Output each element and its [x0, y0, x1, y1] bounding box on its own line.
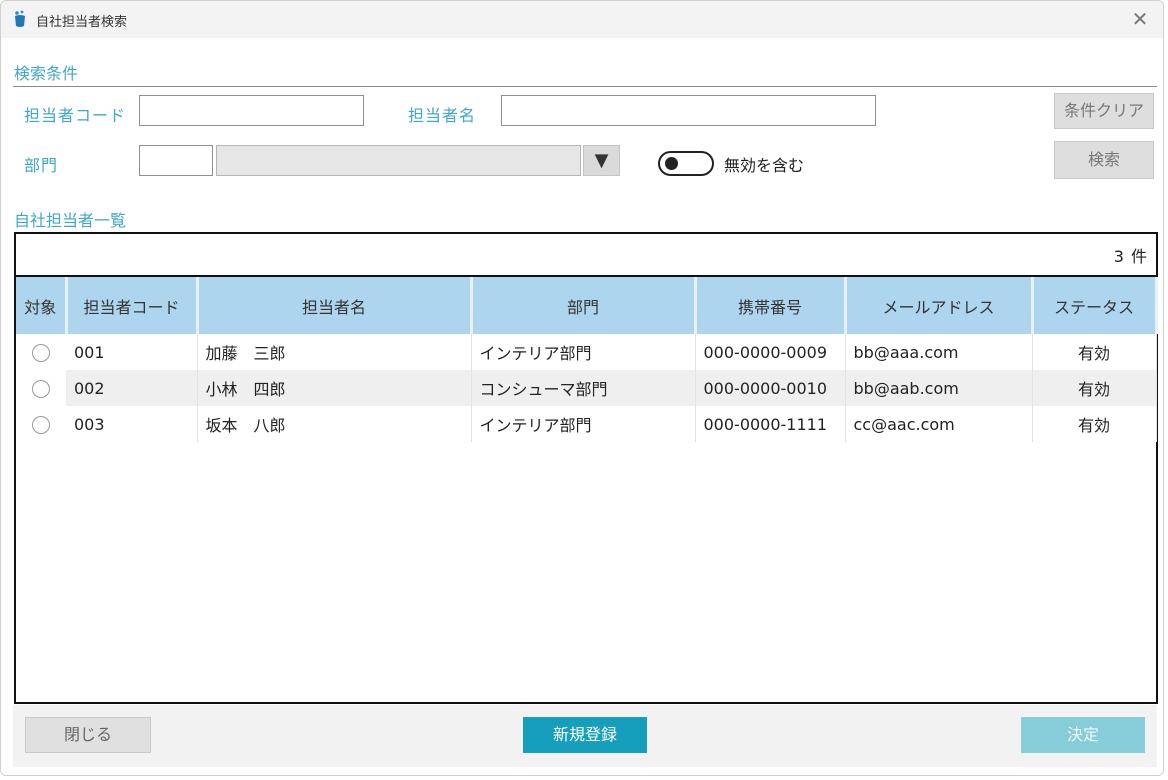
column-header[interactable]: メールアドレス	[845, 277, 1034, 334]
footer-bar: 閉じる 新規登録 決定	[13, 705, 1157, 767]
include-invalid-toggle[interactable]	[658, 151, 714, 176]
dept-cell: コンシューマ部門	[471, 370, 696, 406]
staff-name-input[interactable]	[501, 95, 876, 126]
phone-cell: 000-0000-0010	[695, 370, 846, 406]
staff-code-label: 担当者コード	[24, 106, 127, 125]
decide-button[interactable]: 決定	[1021, 717, 1145, 753]
column-header[interactable]: 担当者名	[197, 277, 473, 334]
table-row[interactable]: 001 加藤 三郎 インテリア部門 000-0000-0009 bb@aaa.c…	[16, 334, 1157, 370]
table-row[interactable]: 002 小林 四郎 コンシューマ部門 000-0000-0010 bb@aab.…	[16, 370, 1157, 406]
name-cell: 加藤 三郎	[197, 334, 472, 370]
column-header[interactable]: 担当者コード	[66, 277, 199, 334]
email-cell: cc@aac.com	[845, 406, 1033, 442]
select-cell[interactable]	[16, 334, 66, 370]
status-cell: 有効	[1032, 406, 1157, 442]
new-register-button[interactable]: 新規登録	[523, 717, 647, 753]
status-cell: 有効	[1032, 334, 1157, 370]
department-code-input[interactable]	[139, 145, 213, 176]
dialog-content: 検索条件 担当者コード 担当者名 条件クリア 部門 ▼ 無効を含む 検索 自社担…	[1, 38, 1163, 775]
record-count: 3 件	[1113, 247, 1148, 266]
email-cell: bb@aab.com	[845, 370, 1033, 406]
close-icon[interactable]: ✕	[1129, 8, 1151, 30]
dialog-window: 自社担当者検索 ✕ 検索条件 担当者コード 担当者名 条件クリア 部門 ▼ 無効…	[0, 0, 1164, 776]
column-header[interactable]: 携帯番号	[695, 277, 847, 334]
name-cell: 小林 四郎	[197, 370, 472, 406]
dept-cell: インテリア部門	[471, 334, 696, 370]
table-row[interactable]: 003 坂本 八郎 インテリア部門 000-0000-1111 cc@aac.c…	[16, 406, 1157, 442]
app-logo-icon	[11, 10, 29, 28]
column-header[interactable]: ステータス	[1032, 277, 1158, 334]
staff-name-label: 担当者名	[408, 106, 477, 125]
select-cell[interactable]	[16, 370, 66, 406]
dept-cell: インテリア部門	[471, 406, 696, 442]
window-title: 自社担当者検索	[36, 15, 128, 30]
clear-conditions-button[interactable]: 条件クリア	[1054, 93, 1154, 129]
select-radio[interactable]	[32, 343, 50, 362]
toggle-knob	[665, 157, 678, 170]
staff-table: 対象 担当者コード 担当者名 部門 携帯番号 メールアドレス ステータス 001…	[16, 277, 1158, 442]
search-button[interactable]: 検索	[1054, 141, 1154, 179]
include-invalid-label: 無効を含む	[724, 156, 805, 175]
department-label: 部門	[24, 156, 59, 175]
email-cell: bb@aaa.com	[845, 334, 1033, 370]
select-radio[interactable]	[32, 415, 50, 434]
column-header[interactable]: 対象	[16, 277, 68, 334]
list-section-title: 自社担当者一覧	[14, 211, 127, 230]
table-header-row: 対象 担当者コード 担当者名 部門 携帯番号 メールアドレス ステータス	[16, 277, 1158, 334]
name-cell: 坂本 八郎	[197, 406, 472, 442]
staff-grid: 3 件 対象 担当者コード 担当者名 部門 携帯番号 メールアドレス ステータス…	[14, 232, 1158, 704]
phone-cell: 000-0000-0009	[695, 334, 846, 370]
title-bar: 自社担当者検索 ✕	[1, 1, 1163, 38]
staff-code-input[interactable]	[139, 95, 364, 126]
select-radio[interactable]	[32, 379, 50, 398]
code-cell: 001	[66, 334, 198, 370]
triangle-down-icon[interactable]: ▼	[583, 145, 620, 176]
status-cell: 有効	[1032, 370, 1157, 406]
select-cell[interactable]	[16, 406, 66, 442]
code-cell: 003	[66, 406, 198, 442]
column-header[interactable]: 部門	[471, 277, 697, 334]
search-section-title: 検索条件	[14, 64, 79, 83]
section-divider	[13, 86, 1157, 87]
close-button[interactable]: 閉じる	[25, 717, 151, 753]
phone-cell: 000-0000-1111	[695, 406, 846, 442]
code-cell: 002	[66, 370, 198, 406]
department-select[interactable]	[216, 145, 581, 176]
